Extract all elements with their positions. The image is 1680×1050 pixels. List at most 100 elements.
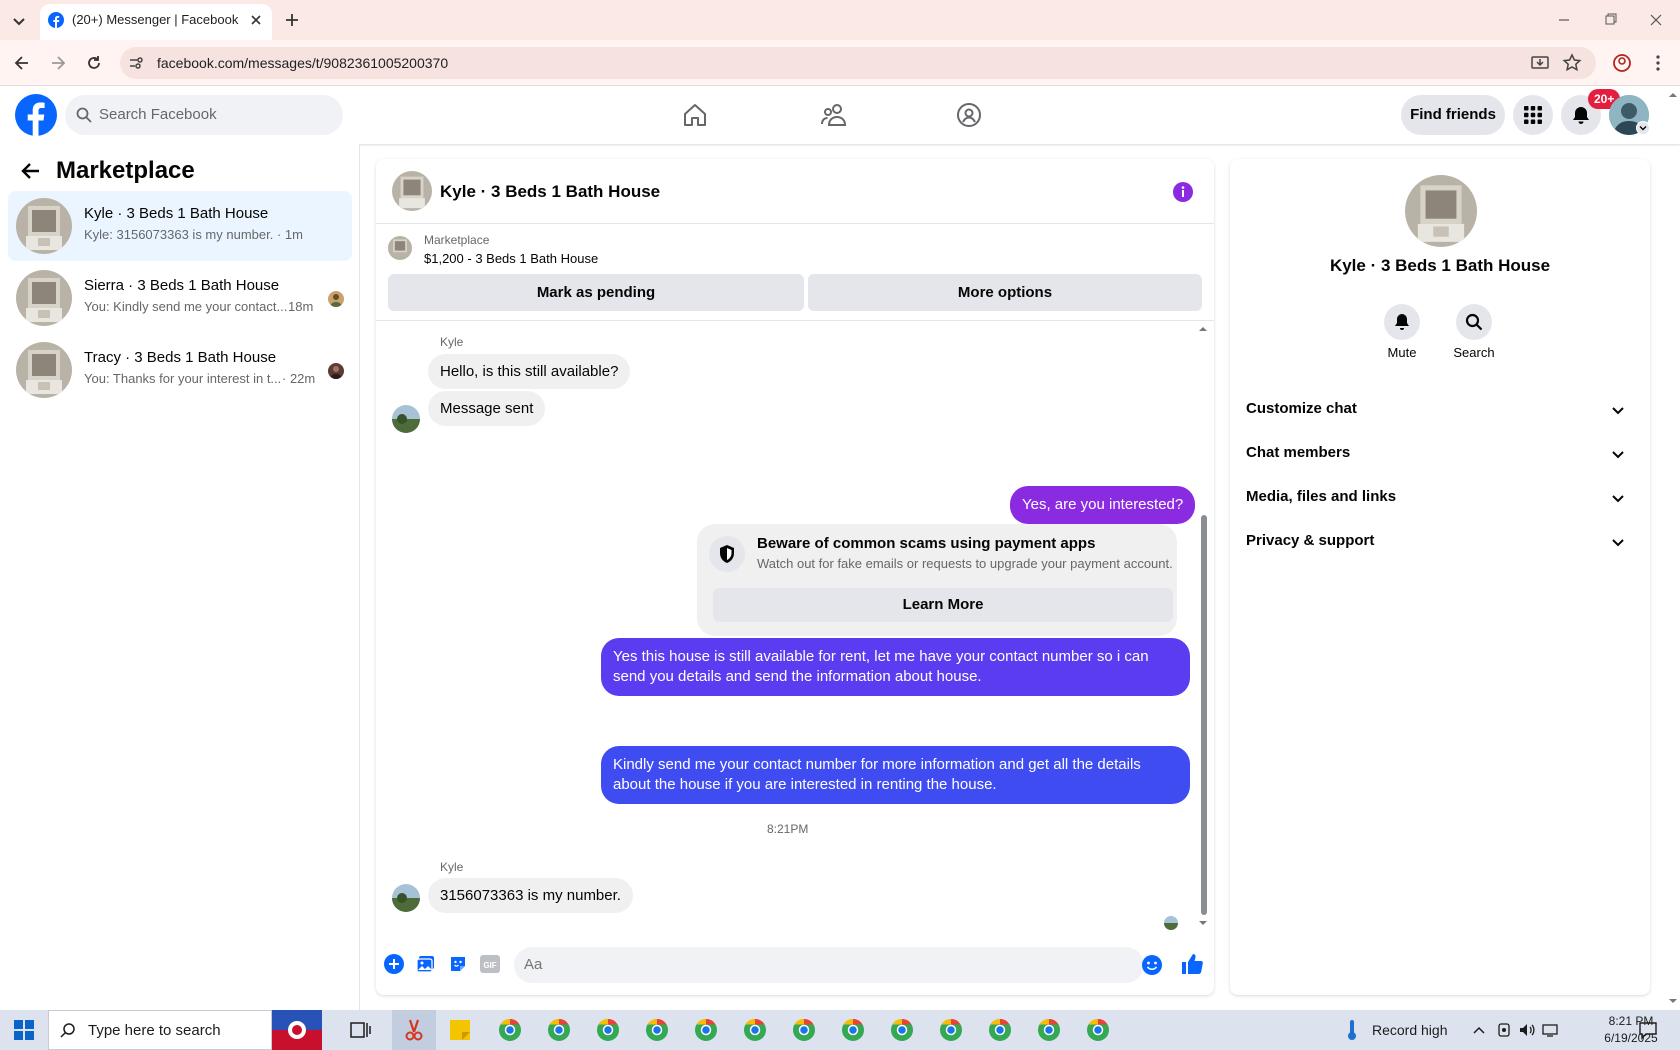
minimize-window-icon[interactable] (1556, 12, 1572, 28)
scroll-down-icon[interactable] (1198, 918, 1208, 928)
info-icon[interactable] (1172, 181, 1194, 203)
seen-avatar (1164, 916, 1178, 930)
plus-icon[interactable] (384, 954, 404, 974)
chrome-icon[interactable] (890, 1018, 914, 1042)
page-scroll-up-icon[interactable] (1668, 90, 1678, 100)
conversation-item-sierra[interactable]: Sierra · 3 Beds 1 Bath House You: Kindly… (8, 263, 352, 333)
photo-icon[interactable] (416, 954, 436, 974)
conversation-item-tracy[interactable]: Tracy · 3 Beds 1 Bath House You: Thanks … (8, 335, 352, 405)
search-in-chat-button[interactable] (1456, 304, 1492, 340)
site-settings-icon[interactable] (128, 55, 144, 71)
gif-icon[interactable]: GIF (480, 955, 500, 973)
outgoing-message[interactable]: Yes, are you interested? (1010, 486, 1196, 524)
back-arrow-icon[interactable] (12, 53, 32, 73)
section-label: Customize chat (1246, 400, 1357, 417)
profile-icon[interactable] (1612, 53, 1632, 73)
user-avatar-icon (328, 363, 344, 379)
windows-start-icon[interactable] (14, 1020, 34, 1040)
mute-button[interactable] (1384, 304, 1420, 340)
search-highlight-image[interactable] (272, 1010, 322, 1050)
chat-scrollbar-thumb[interactable] (1201, 515, 1207, 915)
weather-text[interactable]: Record high (1372, 1022, 1448, 1038)
scroll-up-icon[interactable] (1198, 324, 1208, 334)
chrome-icon[interactable] (792, 1018, 816, 1042)
restore-window-icon[interactable] (1602, 12, 1618, 28)
chrome-icon[interactable] (841, 1018, 865, 1042)
conversation-item-kyle[interactable]: Kyle · 3 Beds 1 Bath House Kyle: 3156073… (8, 191, 352, 261)
message-sender: Kyle (440, 335, 464, 349)
network-icon[interactable] (1542, 1022, 1560, 1038)
home-icon[interactable] (682, 102, 708, 128)
mark-as-pending-button[interactable]: Mark as pending (388, 274, 804, 311)
message-input[interactable] (524, 956, 1024, 973)
chrome-icon[interactable] (939, 1018, 963, 1042)
incoming-message[interactable]: Hello, is this still available? (428, 354, 631, 389)
friends-icon[interactable] (820, 102, 848, 128)
landscape-avatar-icon (392, 405, 420, 433)
bookmark-star-icon[interactable] (1562, 53, 1582, 73)
task-view-icon[interactable] (348, 1018, 372, 1042)
groups-icon[interactable] (956, 102, 982, 128)
message-sender: Kyle (440, 860, 464, 874)
account-chevron[interactable] (1636, 121, 1650, 135)
listing-price[interactable]: $1,200 - 3 Beds 1 Bath House (424, 251, 598, 266)
taskbar-search-text: Type here to search (88, 1022, 221, 1039)
incoming-message[interactable]: Message sent (428, 391, 546, 426)
sender-avatar[interactable] (392, 405, 420, 433)
chrome-icon[interactable] (596, 1018, 620, 1042)
taskbar-active-app[interactable] (392, 1010, 436, 1050)
customize-chat-row[interactable]: Customize chat (1246, 390, 1636, 430)
browser-menu-icon[interactable] (1648, 53, 1668, 73)
notification-center-icon[interactable] (1638, 1020, 1658, 1040)
close-tab-icon[interactable] (248, 12, 264, 28)
chrome-icon[interactable] (1037, 1018, 1061, 1042)
listing-label: Marketplace (424, 233, 490, 247)
thumbs-up-icon[interactable] (1180, 952, 1204, 976)
chrome-icon[interactable] (645, 1018, 669, 1042)
more-options-button[interactable]: More options (808, 274, 1202, 311)
bell-icon (1395, 314, 1409, 330)
chat-avatar[interactable] (392, 171, 432, 211)
chat-title[interactable]: Kyle · 3 Beds 1 Bath House (440, 182, 660, 202)
install-app-icon[interactable] (1530, 53, 1550, 73)
chat-members-row[interactable]: Chat members (1246, 434, 1636, 474)
sticky-notes-icon[interactable] (448, 1018, 472, 1042)
details-avatar[interactable] (1405, 175, 1477, 247)
privacy-support-row[interactable]: Privacy & support (1246, 522, 1636, 562)
page-scroll-down-icon[interactable] (1668, 996, 1678, 1006)
user-avatar-icon (328, 291, 344, 307)
thermometer-icon[interactable] (1344, 1018, 1360, 1042)
location-icon[interactable] (1496, 1022, 1512, 1038)
chrome-icon[interactable] (1086, 1018, 1110, 1042)
sender-avatar[interactable] (392, 884, 420, 912)
chevron-down-icon (1612, 495, 1624, 503)
facebook-logo-icon[interactable] (15, 94, 57, 136)
forward-arrow-icon[interactable] (48, 53, 68, 73)
timestamp: 8:21PM (767, 822, 809, 836)
chrome-icon[interactable] (498, 1018, 522, 1042)
close-window-icon[interactable] (1648, 12, 1664, 28)
chrome-icon[interactable] (547, 1018, 571, 1042)
chrome-icon[interactable] (694, 1018, 718, 1042)
learn-more-button[interactable]: Learn More (713, 588, 1173, 622)
new-tab-icon[interactable] (283, 11, 301, 29)
sticker-icon[interactable] (448, 954, 468, 974)
details-name: Kyle · 3 Beds 1 Bath House (1329, 256, 1551, 275)
chevron-up-icon[interactable] (1472, 1024, 1486, 1036)
conversation-preview: Kyle: 3156073363 is my number. · 1m (84, 227, 303, 242)
reload-icon[interactable] (84, 53, 104, 73)
menu-button[interactable] (1513, 95, 1553, 135)
back-arrow-icon[interactable] (20, 160, 42, 182)
outgoing-message[interactable]: Kindly send me your contact number for m… (601, 746, 1190, 804)
emoji-icon[interactable] (1141, 954, 1163, 976)
chrome-icon[interactable] (743, 1018, 767, 1042)
find-friends-button[interactable]: Find friends (1401, 95, 1505, 135)
incoming-message[interactable]: 3156073363 is my number. (428, 878, 633, 913)
tab-search-chevron-icon[interactable] (8, 10, 30, 32)
conversation-name: Kyle · 3 Beds 1 Bath House (84, 205, 269, 222)
media-files-links-row[interactable]: Media, files and links (1246, 478, 1636, 518)
chrome-icon[interactable] (988, 1018, 1012, 1042)
listing-thumbnail[interactable] (388, 236, 412, 260)
volume-icon[interactable] (1518, 1022, 1536, 1038)
outgoing-message[interactable]: Yes this house is still available for re… (601, 638, 1190, 696)
